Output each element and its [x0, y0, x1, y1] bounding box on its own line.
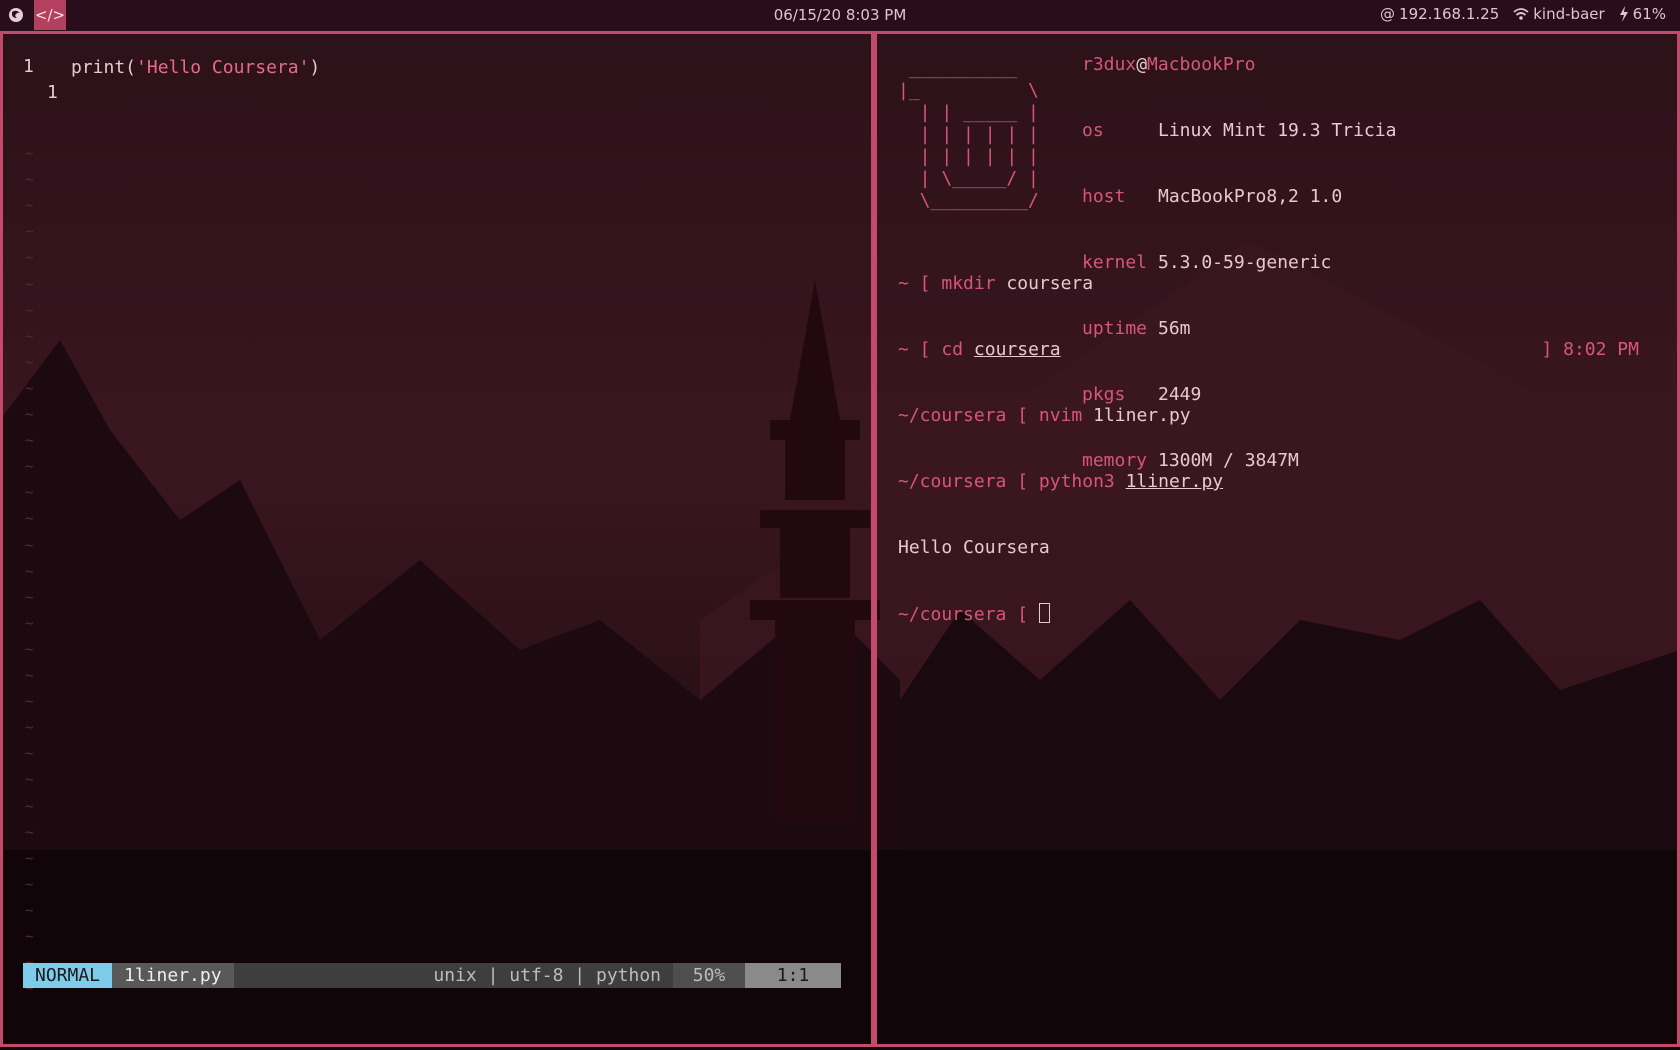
info-row-host: host MacBookPro8,2 1.0 — [1082, 186, 1343, 207]
tilde-marker: ~ — [25, 694, 34, 711]
ascii-logo-line: __________ — [898, 58, 1018, 79]
tilde-marker: ~ — [25, 250, 34, 267]
ascii-logo-line: | | | | | | — [898, 124, 1039, 145]
ascii-logo-line: \_________/ — [898, 190, 1039, 211]
tilde-marker: ~ — [25, 198, 34, 215]
tilde-marker: ~ — [25, 615, 34, 632]
wifi-status: kind-baer — [1513, 5, 1605, 23]
tilde-marker: ~ — [25, 720, 34, 737]
tilde-marker: ~ — [25, 172, 34, 189]
tilde-marker: ~ — [25, 589, 34, 606]
tilde-marker: ~ — [25, 354, 34, 371]
mode-indicator: NORMAL — [23, 963, 113, 988]
history-line: ~ [ cd coursera — [898, 339, 1061, 360]
editor-pane[interactable]: 1 print('Hello Coursera') 1 ~ ~ ~ ~ ~ ~ ~ ~ ~ ~ ~ ~… — [0, 31, 874, 1047]
statusline: NORMAL 1liner.py unix | utf-8 | python 5… — [23, 963, 841, 988]
ascii-logo-line: |_ \ — [898, 80, 1039, 101]
tilde-marker: ~ — [25, 146, 34, 162]
tilde-marker: ~ — [25, 276, 34, 293]
tilde-marker: ~ — [25, 302, 34, 319]
tilde-marker: ~ — [25, 746, 34, 763]
code-line[interactable]: print('Hello Coursera') — [71, 57, 320, 79]
code-end: ) — [309, 57, 321, 78]
tilde-marker: ~ — [25, 876, 34, 893]
text-cursor — [1038, 603, 1050, 623]
network-ip: @ 192.168.1.25 — [1380, 5, 1500, 23]
tilde-marker: ~ — [25, 328, 34, 345]
history-line: ~/coursera [ python3 1liner.py — [898, 471, 1224, 492]
tilde-marker: ~ — [25, 537, 34, 554]
tilde-marker: ~ — [25, 824, 34, 841]
current-prompt[interactable]: ~/coursera [ — [898, 603, 1223, 626]
file-name: 1liner.py — [112, 963, 234, 988]
file-info: unix | utf-8 | python — [233, 963, 673, 988]
tilde-marker: ~ — [25, 798, 34, 815]
tilde-marker: ~ — [25, 641, 34, 658]
scroll-percent: 50% — [673, 963, 745, 988]
user-host: r3dux@MacbookPro — [1082, 54, 1255, 76]
tilde-marker: ~ — [25, 668, 34, 684]
line-number: 1 — [23, 56, 34, 77]
info-row-os: os Linux Mint 19.3 Tricia — [1082, 120, 1397, 141]
tilde-marker: ~ — [25, 485, 34, 502]
history-line: ~/coursera [ nvim 1liner.py — [898, 405, 1191, 426]
tilde-marker: ~ — [25, 511, 34, 528]
battery-status: 61% — [1619, 5, 1666, 23]
lightning-icon — [1619, 6, 1628, 22]
at-icon: @ — [1380, 5, 1396, 23]
ascii-logo-line: | \_____/ | — [898, 168, 1039, 189]
tilde-marker: ~ — [25, 772, 34, 789]
code-fn: print( — [71, 57, 137, 78]
relative-line-number: 1 — [47, 82, 58, 103]
tilde-marker: ~ — [25, 902, 34, 919]
tilde-marker: ~ — [25, 459, 34, 476]
wifi-icon — [1513, 8, 1529, 20]
code-string: 'Hello Coursera' — [136, 57, 310, 78]
program-output: Hello Coursera — [898, 537, 1050, 558]
at-sign: @ — [1136, 54, 1148, 75]
tilde-marker: ~ — [25, 929, 34, 945]
tilde-marker: ~ — [25, 224, 34, 241]
history-line: ~ [ mkdir coursera — [898, 273, 1094, 294]
tilde-marker: ~ — [25, 433, 34, 450]
user-name: r3dux — [1082, 54, 1137, 75]
top-bar: </> 06/15/20 8:03 PM @ 192.168.1.25 kind… — [0, 0, 1680, 30]
tilde-marker: ~ — [25, 380, 34, 397]
right-prompt-time: ] 8:02 PM — [1541, 339, 1639, 360]
cursor-position: 1:1 — [745, 963, 841, 988]
command-history: ~ [ mkdir coursera ~ [ cd coursera ~/cou… — [898, 229, 1223, 670]
tilde-marker: ~ — [25, 563, 34, 580]
ascii-logo: __________ |_ \ | | _____ | | | | | | | |… — [898, 58, 1039, 212]
tilde-marker: ~ — [25, 407, 34, 423]
terminal-pane[interactable]: __________ |_ \ | | _____ | | | | | | | |… — [874, 31, 1680, 1047]
host-name: MacbookPro — [1147, 54, 1256, 75]
ascii-logo-line: | | | | | | — [898, 146, 1039, 167]
tilde-marker: ~ — [25, 850, 34, 867]
ascii-logo-line: | | _____ | — [898, 102, 1039, 123]
